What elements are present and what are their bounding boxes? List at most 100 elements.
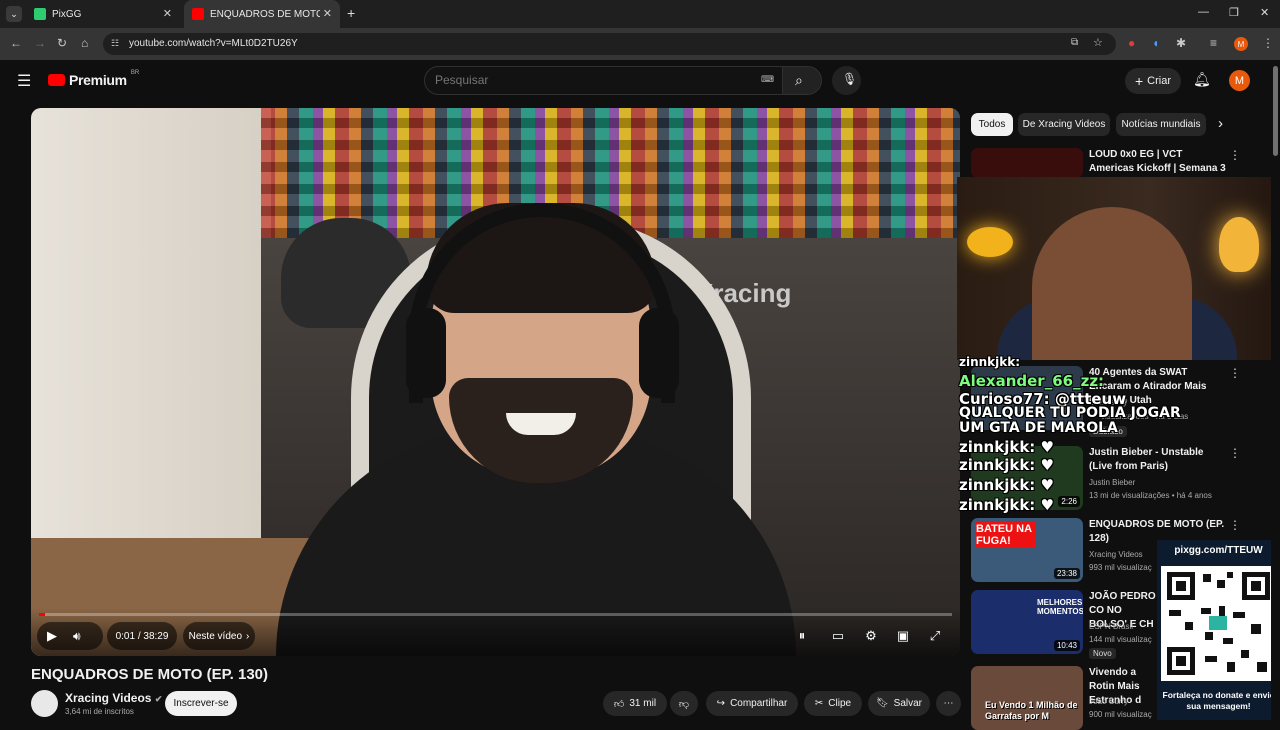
media-queue-icon[interactable]: ≡ — [1210, 36, 1217, 50]
more-vertical-icon[interactable]: ⋮ — [1229, 446, 1241, 460]
restore-icon[interactable]: ❐ — [1229, 6, 1239, 19]
settings-gear-icon[interactable]: ⚙ — [861, 626, 881, 646]
chat-line: zinnkjkk: ♥ — [959, 438, 1054, 456]
address-bar[interactable]: ☷ youtube.com/watch?v=MLt0D2TU26Y ⧉ ☆ — [103, 33, 1116, 55]
voice-search-button[interactable]: 🎙︎ — [832, 66, 861, 95]
rec-channel: Xracing Videos — [1089, 550, 1143, 559]
browser-menu-icon[interactable]: ⋮ — [1262, 36, 1274, 50]
reload-icon[interactable]: ↻ — [57, 36, 67, 50]
new-tab-icon[interactable]: + — [347, 5, 355, 21]
browser-toolbar: ← → ↻ ⌂ ☷ youtube.com/watch?v=MLt0D2TU26… — [0, 28, 1280, 60]
search-input[interactable] — [435, 73, 755, 87]
chat-line: zinnkjkk: ♥ — [959, 476, 1054, 494]
forward-icon[interactable]: → — [34, 36, 46, 50]
bookmark-icon: 🔖︎ — [875, 698, 889, 709]
extension-audio-icon[interactable]: ◖ — [1152, 36, 1159, 50]
qr-code-graphic — [1167, 572, 1270, 675]
thumbnail-caption: BATEU NA FUGA! — [975, 522, 1035, 548]
minimize-icon[interactable]: — — [1198, 6, 1209, 18]
lamp-right — [1219, 217, 1259, 272]
clip-button[interactable]: ✂ Clipe — [804, 691, 862, 716]
bookmark-star-icon[interactable]: ☆ — [1093, 36, 1103, 49]
video-thumbnail[interactable]: MELHORES MOMENTOS 10:43 — [971, 590, 1083, 654]
chip-world-news[interactable]: Notícias mundiais — [1116, 113, 1206, 136]
video-player[interactable]: Xracing ▶ 🔊︎ 0:01 / 38:29 Neste vídeo › … — [31, 108, 960, 656]
video-thumbnail[interactable]: Eu Vendo 1 Milhão de Garrafas por M — [971, 666, 1083, 730]
share-arrow-icon: ↪ — [716, 698, 726, 709]
close-tab-icon[interactable]: ✕ — [163, 7, 172, 20]
close-window-icon[interactable]: ✕ — [1260, 6, 1269, 19]
profile-icon[interactable]: M — [1234, 37, 1248, 51]
tab-list-button[interactable]: ⌄ — [6, 6, 22, 22]
dislike-button[interactable]: 👎︎ — [670, 691, 698, 716]
time-pill: 0:01 / 38:29 — [107, 622, 177, 650]
url-text: youtube.com/watch?v=MLt0D2TU26Y — [129, 38, 298, 49]
share-label: Compartilhar — [730, 698, 788, 709]
like-button[interactable]: 👍︎ 31 mil — [603, 691, 667, 716]
scrollbar-thumb[interactable] — [1273, 66, 1278, 156]
account-avatar[interactable]: M — [1229, 70, 1250, 91]
channel-avatar[interactable] — [31, 690, 58, 717]
autoplay-toggle-icon[interactable]: ⏸ — [792, 626, 812, 646]
tab-youtube[interactable]: ENQUADROS DE MOTO (EP. 13 ✕ — [184, 0, 340, 28]
search-button[interactable]: ⌕ — [782, 66, 822, 95]
subtitles-icon[interactable]: ▭ — [828, 626, 848, 646]
rec-meta: 144 mil visualizaç — [1089, 635, 1152, 644]
more-actions-button[interactable]: ⋯ — [936, 691, 961, 716]
plus-icon: + — [1134, 73, 1144, 89]
headset-right-cup — [639, 308, 679, 398]
more-vertical-icon[interactable]: ⋮ — [1229, 518, 1241, 532]
progress-bar[interactable] — [39, 613, 952, 616]
progress-fill — [39, 613, 45, 616]
keyboard-icon[interactable]: ⌨ — [761, 74, 774, 85]
more-vertical-icon[interactable]: ⋮ — [1229, 366, 1241, 380]
rec-meta: 13 mi de visualizações • há 4 anos — [1089, 491, 1212, 500]
channel-name[interactable]: Xracing Videos ✔ — [65, 691, 162, 705]
tab-title: PixGG — [52, 8, 82, 20]
chat-line: UM GTA DE MAROLA — [959, 420, 1118, 436]
chat-line: Alexander_66_zz: — [959, 372, 1105, 390]
more-vertical-icon[interactable]: ⋮ — [1229, 148, 1241, 162]
save-button[interactable]: 🔖︎ Salvar — [868, 691, 930, 716]
close-tab-icon[interactable]: ✕ — [323, 7, 332, 20]
rec-channel: Justin Bieber — [1089, 478, 1136, 487]
home-icon[interactable]: ⌂ — [81, 36, 88, 50]
rec-meta: 993 mil visualizaç — [1089, 563, 1152, 572]
video-thumbnail[interactable] — [971, 148, 1083, 178]
pixgg-favicon-icon — [34, 8, 46, 20]
play-icon[interactable]: ▶ — [47, 628, 57, 644]
tab-title: ENQUADROS DE MOTO (EP. 13 — [210, 8, 320, 20]
menu-icon[interactable]: ☰ — [17, 71, 31, 91]
thumbnail-caption: MELHORES MOMENTOS — [1037, 598, 1083, 616]
list-item[interactable]: LOUD 0x0 EG | VCT Americas Kickoff | Sem… — [971, 148, 1271, 188]
youtube-favicon-icon — [192, 8, 204, 20]
search-box[interactable]: ⌨ — [424, 66, 784, 95]
chips-next-chevron-icon[interactable]: › — [1218, 115, 1223, 132]
next-chapter-button[interactable]: Neste vídeo › — [183, 622, 255, 650]
chip-all[interactable]: Todos — [971, 113, 1013, 136]
page-scrollbar[interactable] — [1271, 60, 1280, 720]
subscribe-button[interactable]: Inscrever-se — [165, 691, 237, 716]
extensions-puzzle-icon[interactable]: ✱ — [1176, 36, 1186, 50]
create-button[interactable]: + Criar — [1125, 68, 1181, 94]
thumbnail-caption: Eu Vendo 1 Milhão de Garrafas por M — [985, 700, 1078, 721]
install-app-icon[interactable]: ⧉ — [1071, 37, 1078, 48]
tab-pixgg[interactable]: PixGG ✕ — [28, 0, 180, 28]
notifications-bell-icon[interactable]: 🔔︎ — [1193, 71, 1211, 88]
fullscreen-icon[interactable]: ⤢ — [925, 626, 945, 646]
back-icon[interactable]: ← — [10, 36, 22, 50]
pix-message: Fortaleça no donate e envie sua mensagem… — [1162, 690, 1275, 711]
clip-label: Clipe — [828, 698, 852, 709]
youtube-logo[interactable]: Premium BR — [48, 70, 139, 88]
chip-channel[interactable]: De Xracing Videos — [1018, 113, 1110, 136]
duration-badge: 2:26 — [1058, 496, 1080, 507]
site-info-icon[interactable]: ☷ — [111, 38, 119, 49]
miniplayer-icon[interactable]: ▣ — [893, 626, 913, 646]
video-thumbnail[interactable]: BATEU NA FUGA! 23:38 — [971, 518, 1083, 582]
duration-badge: 23:38 — [1053, 568, 1080, 579]
youtube-header: ☰ Premium BR ⌨ ⌕ 🎙︎ + Criar 🔔︎ M — [0, 60, 1270, 102]
share-button[interactable]: ↪ Compartilhar — [706, 691, 798, 716]
chip-label: De Xracing Videos — [1022, 119, 1106, 130]
volume-icon[interactable]: 🔊︎ — [73, 629, 81, 644]
extension-red-icon[interactable]: ● — [1128, 36, 1135, 50]
